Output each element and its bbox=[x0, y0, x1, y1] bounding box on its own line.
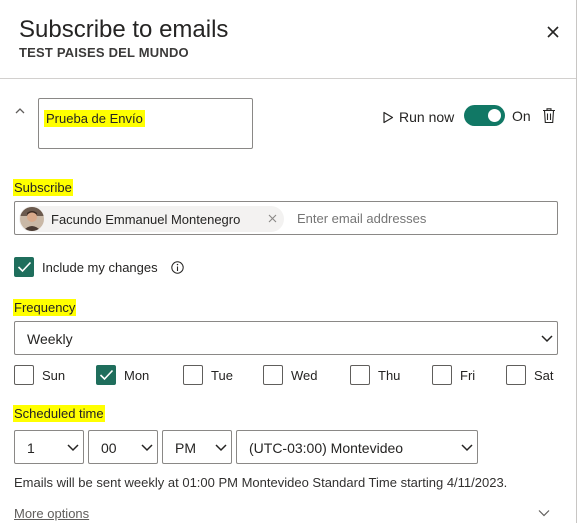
subscribe-label: Subscribe bbox=[13, 179, 73, 196]
day-checkbox-sun[interactable] bbox=[14, 365, 34, 385]
run-now-label: Run now bbox=[399, 109, 455, 125]
schedule-summary: Emails will be sent weekly at 01:00 PM M… bbox=[14, 475, 508, 490]
toggle-knob bbox=[488, 109, 501, 122]
toggle-state-label: On bbox=[512, 108, 531, 124]
minute-value: 00 bbox=[101, 440, 117, 456]
chevron-down-icon bbox=[541, 335, 553, 343]
run-now-button[interactable]: Run now bbox=[382, 107, 454, 127]
chevron-down-icon bbox=[215, 444, 227, 452]
day-checkbox-mon[interactable] bbox=[96, 365, 116, 385]
panel-title: Subscribe to emails bbox=[19, 16, 229, 43]
timezone-dropdown[interactable]: (UTC-03:00) Montevideo bbox=[236, 430, 478, 464]
subscription-name-value: Prueba de Envío bbox=[44, 110, 145, 127]
frequency-label: Frequency bbox=[13, 299, 77, 316]
include-changes-checkbox[interactable] bbox=[14, 257, 34, 277]
day-label-mon: Mon bbox=[124, 368, 150, 383]
day-label-sun: Sun bbox=[42, 368, 66, 383]
chevron-up-icon[interactable] bbox=[13, 104, 27, 118]
close-icon[interactable] bbox=[541, 20, 565, 44]
scheduled-time-label: Scheduled time bbox=[13, 405, 105, 422]
ampm-value: PM bbox=[175, 440, 196, 456]
chevron-down-icon bbox=[461, 444, 473, 452]
chevron-down-icon bbox=[141, 444, 153, 452]
checkmark-icon bbox=[17, 261, 32, 273]
timezone-value: (UTC-03:00) Montevideo bbox=[249, 440, 404, 456]
avatar bbox=[20, 207, 44, 231]
minute-dropdown[interactable]: 00 bbox=[88, 430, 158, 464]
hour-dropdown[interactable]: 1 bbox=[14, 430, 84, 464]
recipient-name: Facundo Emmanuel Montenegro bbox=[51, 212, 241, 227]
day-checkbox-thu[interactable] bbox=[350, 365, 370, 385]
header-divider bbox=[0, 78, 577, 79]
day-checkbox-fri[interactable] bbox=[432, 365, 452, 385]
day-checkbox-wed[interactable] bbox=[263, 365, 283, 385]
subscription-name-field[interactable]: Prueba de Envío bbox=[38, 98, 253, 149]
day-label-fri: Fri bbox=[460, 368, 476, 383]
chevron-down-icon bbox=[67, 444, 79, 452]
recipients-field[interactable]: Facundo Emmanuel Montenegro bbox=[14, 201, 558, 235]
recipient-chip: Facundo Emmanuel Montenegro bbox=[19, 206, 284, 232]
delete-icon[interactable] bbox=[541, 107, 557, 124]
report-name: TEST PAISES DEL MUNDO bbox=[19, 45, 189, 60]
day-label-thu: Thu bbox=[378, 368, 401, 383]
remove-recipient-icon[interactable] bbox=[267, 213, 278, 224]
include-changes-label: Include my changes bbox=[42, 260, 158, 275]
day-checkbox-sat[interactable] bbox=[506, 365, 526, 385]
checkmark-icon bbox=[99, 369, 114, 381]
more-options-link[interactable]: More options bbox=[14, 506, 89, 521]
subscribe-panel: Subscribe to emails TEST PAISES DEL MUND… bbox=[0, 0, 577, 523]
chevron-down-icon[interactable] bbox=[538, 509, 550, 517]
day-label-tue: Tue bbox=[211, 368, 233, 383]
day-checkbox-tue[interactable] bbox=[183, 365, 203, 385]
ampm-dropdown[interactable]: PM bbox=[162, 430, 232, 464]
info-icon[interactable] bbox=[171, 261, 184, 274]
day-label-sat: Sat bbox=[534, 368, 554, 383]
subscription-toggle[interactable] bbox=[464, 105, 505, 126]
play-icon bbox=[383, 111, 394, 123]
frequency-dropdown[interactable]: Weekly bbox=[14, 321, 558, 355]
frequency-value: Weekly bbox=[27, 331, 73, 347]
email-input[interactable] bbox=[297, 211, 547, 226]
day-label-wed: Wed bbox=[291, 368, 318, 383]
hour-value: 1 bbox=[27, 440, 35, 456]
